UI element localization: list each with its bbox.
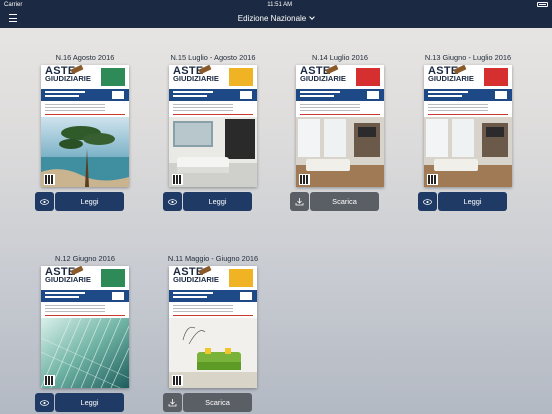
- eye-icon: [40, 399, 49, 406]
- edition-badge: [356, 68, 380, 86]
- battery-icon: [537, 2, 548, 7]
- issue-tile: N.16 Agosto 2016 ASTE GIUDIZIARIE Leggi: [35, 53, 135, 211]
- issue-title: N.11 Maggio - Giugno 2016: [167, 254, 259, 263]
- issue-title: N.15 Luglio - Agosto 2016: [170, 53, 256, 62]
- preview-button[interactable]: [35, 192, 54, 211]
- carrier-label: Carrier: [4, 1, 23, 8]
- chevron-down-icon: [309, 14, 316, 20]
- green-sofa-photo: [169, 318, 257, 388]
- hamburger-icon[interactable]: [9, 14, 17, 22]
- edition-badge: [101, 269, 125, 287]
- eye-icon: [423, 198, 432, 205]
- nav-bar: Edizione Nazionale: [0, 9, 552, 28]
- issue-title: N.13 Giugno - Luglio 2016: [424, 53, 512, 62]
- download-icon: [168, 399, 177, 407]
- glass-building-photo: [41, 318, 129, 388]
- preview-button[interactable]: [35, 393, 54, 412]
- edition-badge: [229, 68, 253, 86]
- issue-tile: N.13 Giugno - Luglio 2016 ASTE GIUDIZIARI…: [418, 53, 518, 211]
- issue-tile: N.15 Luglio - Agosto 2016 ASTE GIUDIZIARI…: [163, 53, 263, 211]
- living-room-photo: [424, 117, 512, 187]
- interior-photo: [169, 117, 257, 187]
- read-button[interactable]: Leggi: [55, 393, 124, 412]
- download-action-button[interactable]: Scarica: [310, 192, 379, 211]
- issue-title: N.12 Giugno 2016: [55, 254, 115, 263]
- issue-tile: N.12 Giugno 2016 ASTE GIUDIZIARIE Leggi: [35, 254, 135, 412]
- issue-cover[interactable]: ASTE GIUDIZIARIE: [169, 266, 257, 388]
- edition-badge: [229, 269, 253, 287]
- tree-photo: [41, 117, 129, 187]
- clock: 11:51 AM: [267, 1, 293, 8]
- download-button[interactable]: [163, 393, 182, 412]
- issue-cover[interactable]: ASTE GIUDIZIARIE: [296, 65, 384, 187]
- issue-cover[interactable]: ASTE GIUDIZIARIE: [41, 266, 129, 388]
- edition-badge: [101, 68, 125, 86]
- status-bar: Carrier 11:51 AM: [0, 0, 552, 9]
- issue-tile: N.14 Luglio 2016 ASTE GIUDIZIARIE Scarica: [290, 53, 390, 211]
- issue-title: N.14 Luglio 2016: [312, 53, 368, 62]
- edition-badge: [484, 68, 508, 86]
- download-button[interactable]: [290, 192, 309, 211]
- issue-cover[interactable]: ASTE GIUDIZIARIE: [41, 65, 129, 187]
- download-action-button[interactable]: Scarica: [183, 393, 252, 412]
- download-icon: [295, 198, 304, 206]
- issue-title: N.16 Agosto 2016: [55, 53, 115, 62]
- edition-title: Edizione Nazionale: [237, 14, 307, 23]
- issue-cover[interactable]: ASTE GIUDIZIARIE: [169, 65, 257, 187]
- read-button[interactable]: Leggi: [183, 192, 252, 211]
- read-button[interactable]: Leggi: [438, 192, 507, 211]
- preview-button[interactable]: [163, 192, 182, 211]
- battery-indicator: [537, 2, 548, 7]
- edition-selector[interactable]: Edizione Nazionale: [237, 14, 316, 23]
- living-room-photo: [296, 117, 384, 187]
- read-button[interactable]: Leggi: [55, 192, 124, 211]
- issue-tile: N.11 Maggio - Giugno 2016 ASTE GIUDIZIARI…: [163, 254, 263, 412]
- preview-button[interactable]: [418, 192, 437, 211]
- issue-cover[interactable]: ASTE GIUDIZIARIE: [424, 65, 512, 187]
- eye-icon: [168, 198, 177, 205]
- eye-icon: [40, 198, 49, 205]
